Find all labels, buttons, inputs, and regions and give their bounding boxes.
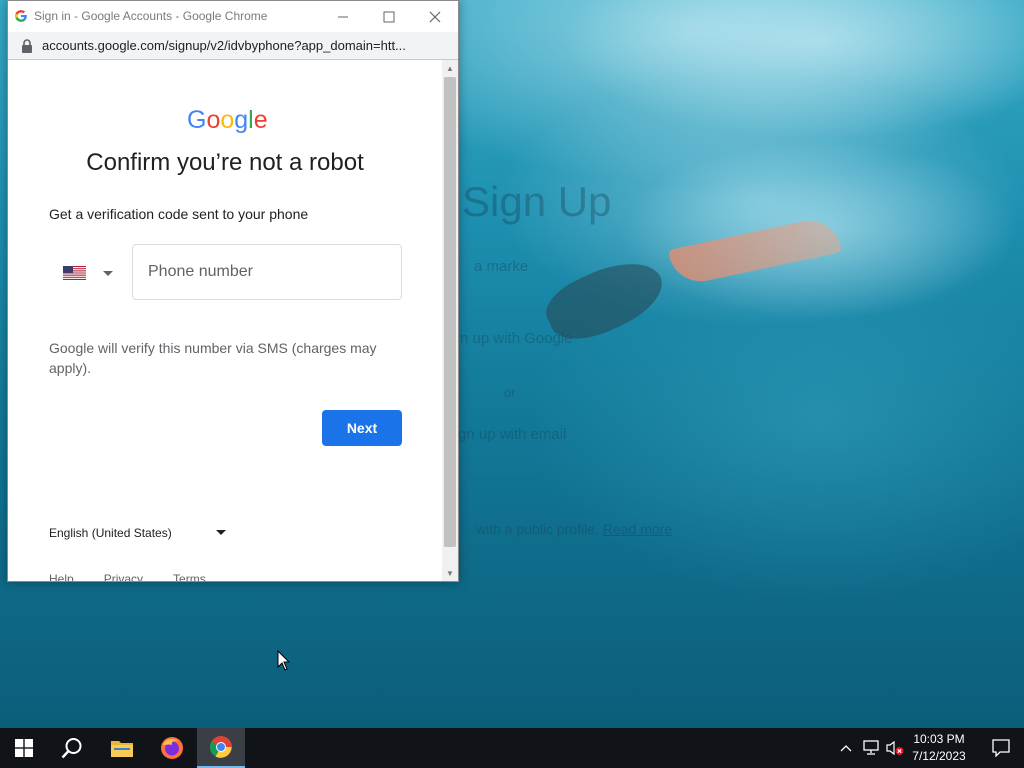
background-email-option: gn up with email [458,426,567,443]
logo-letter-e: e [253,106,268,134]
background-or-divider: or [504,385,516,400]
background-signup-title: Sign Up [462,178,612,225]
terms-link[interactable]: Terms [173,572,206,581]
page-scrollbar[interactable]: ▲ ▼ [442,60,458,581]
window-title: Sign in - Google Accounts - Google Chrom… [34,9,268,23]
logo-letter-g: G [187,106,207,134]
network-icon [863,740,879,755]
clock-date: 7/12/2023 [912,749,966,763]
phone-number-input[interactable] [132,244,402,300]
chevron-up-icon [840,745,852,752]
country-code-select[interactable] [63,263,113,283]
clock-time: 10:03 PM [913,732,965,746]
lock-icon [22,39,32,53]
google-logo: Google [187,106,268,135]
mouse-cursor-icon [277,650,291,671]
logo-letter-o2: o [220,106,235,134]
scrollbar-thumb[interactable] [444,77,456,547]
google-g-icon [14,10,27,22]
taskbar-search-button[interactable] [48,728,96,768]
network-status-button[interactable] [860,728,882,768]
language-select[interactable]: English (United States) [49,524,229,542]
chevron-down-icon [103,270,113,276]
chrome-icon [210,736,232,758]
chrome-popup-window: Sign in - Google Accounts - Google Chrom… [7,0,459,582]
verification-subtext: Get a verification code sent to your pho… [49,206,309,222]
signup-page-content: Google Confirm you’re not a robot Get a … [8,60,442,581]
background-google-option: n up with Google [460,330,573,347]
page-heading: Confirm you’re not a robot [86,149,364,176]
url-text: accounts.google.com/signup/v2/idvbyphone… [42,38,406,53]
maximize-icon [383,11,395,22]
taskbar-clock[interactable]: 10:03 PM 7/12/2023 [908,731,970,765]
file-explorer-icon [111,741,133,757]
background-public-text: with a public profile. [476,521,599,537]
privacy-link[interactable]: Privacy [104,572,143,581]
windows-start-icon [15,739,33,757]
minimize-icon [338,16,348,17]
start-button[interactable] [0,728,48,768]
wave-highlight [560,0,1024,140]
scroll-down-arrow-icon[interactable]: ▼ [442,565,458,581]
address-bar[interactable]: accounts.google.com/signup/v2/idvbyphone… [8,32,458,60]
chevron-down-icon [216,530,226,535]
file-explorer-button[interactable] [98,728,146,768]
notification-icon [992,739,1010,757]
logo-letter-g2: g [234,106,249,134]
taskbar: 10:03 PM 7/12/2023 [0,728,1024,768]
firefox-button[interactable] [148,728,196,768]
background-read-more-link: Read more [602,521,673,537]
firefox-icon [161,737,183,759]
show-hidden-icons-button[interactable] [836,728,856,768]
background-public-profile: with a public profile. Read more [476,521,672,537]
chrome-button[interactable] [197,728,245,768]
logo-letter-o1: o [206,106,221,134]
volume-muted-icon [886,740,904,756]
us-flag-icon [63,266,86,280]
maximize-button[interactable] [366,1,412,32]
search-icon [61,738,82,759]
minimize-button[interactable] [320,1,366,32]
window-titlebar[interactable]: Sign in - Google Accounts - Google Chrom… [8,1,458,32]
action-center-button[interactable] [978,728,1024,768]
language-label: English (United States) [49,526,172,540]
close-button[interactable] [412,1,458,32]
scroll-up-arrow-icon[interactable]: ▲ [442,60,458,76]
close-icon [429,11,441,22]
sms-help-text: Google will verify this number via SMS (… [49,340,377,376]
footer-links: Help Privacy Terms [49,572,206,581]
next-button[interactable]: Next [322,410,402,446]
help-link[interactable]: Help [49,572,74,581]
volume-button[interactable] [884,728,906,768]
background-subtitle: a marke [474,258,529,275]
